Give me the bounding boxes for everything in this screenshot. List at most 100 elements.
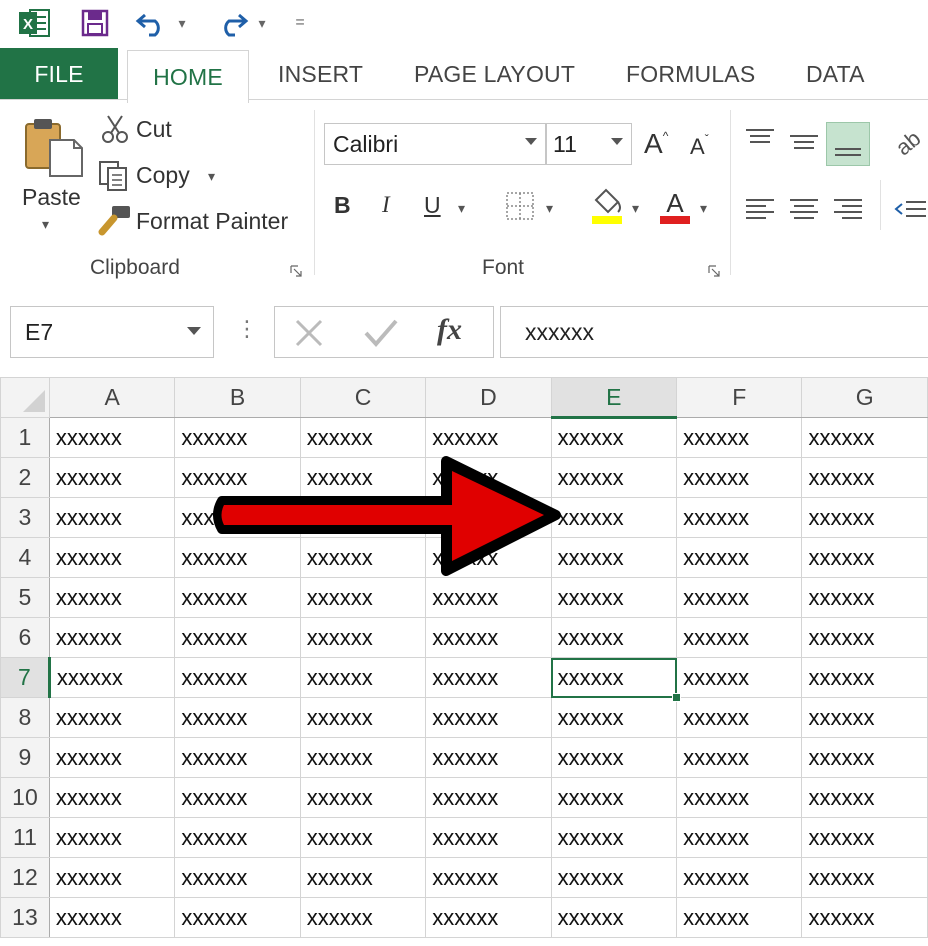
cell[interactable]: xxxxxx — [676, 497, 803, 538]
tab-data[interactable]: DATA — [806, 48, 865, 100]
italic-button[interactable]: I — [382, 192, 390, 218]
cell[interactable]: xxxxxx — [174, 817, 301, 858]
column-header-e[interactable]: E — [550, 377, 678, 419]
decrease-indent-icon[interactable] — [892, 194, 928, 224]
cell[interactable]: xxxxxx — [801, 817, 928, 858]
cell[interactable]: xxxxxx — [425, 537, 552, 578]
row-header-7[interactable]: 7 — [0, 657, 51, 698]
cell[interactable]: xxxxxx — [174, 777, 301, 818]
cell[interactable]: xxxxxx — [550, 457, 678, 498]
cell[interactable]: xxxxxx — [299, 417, 427, 458]
borders-dropdown-icon[interactable]: ▾ — [546, 200, 553, 217]
redo-icon[interactable] — [212, 6, 252, 40]
column-header-g[interactable]: G — [801, 377, 928, 418]
cell[interactable]: xxxxxx — [299, 657, 427, 698]
name-box[interactable]: E7 — [10, 306, 214, 358]
cell[interactable]: xxxxxx — [801, 537, 928, 578]
font-color-icon[interactable]: A — [658, 186, 696, 226]
underline-button[interactable]: U — [424, 192, 441, 219]
cell[interactable]: xxxxxx — [550, 537, 678, 578]
cell[interactable]: xxxxxx — [676, 897, 803, 938]
cell[interactable]: xxxxxx — [550, 417, 678, 458]
row-header-12[interactable]: 12 — [0, 857, 50, 898]
cell[interactable]: xxxxxx — [48, 897, 176, 938]
cell[interactable]: xxxxxx — [425, 577, 552, 618]
column-header-b[interactable]: B — [174, 377, 301, 418]
cell[interactable]: xxxxxx — [801, 497, 928, 538]
cell[interactable]: xxxxxx — [676, 417, 803, 458]
cell[interactable]: xxxxxx — [550, 577, 678, 618]
tab-home[interactable]: HOME — [127, 50, 249, 103]
cell[interactable]: xxxxxx — [48, 857, 176, 898]
cell[interactable]: xxxxxx — [174, 617, 301, 658]
undo-dropdown-icon[interactable]: ▾ — [172, 6, 192, 40]
active-cell[interactable]: xxxxxx — [550, 657, 678, 698]
row-header-11[interactable]: 11 — [0, 817, 50, 858]
column-header-f[interactable]: F — [676, 377, 803, 418]
cell[interactable]: xxxxxx — [174, 857, 301, 898]
cell[interactable]: xxxxxx — [676, 537, 803, 578]
customize-toolbar-icon[interactable]: = — [290, 6, 310, 40]
orientation-icon[interactable]: ab — [891, 125, 928, 162]
cell[interactable]: xxxxxx — [174, 897, 301, 938]
save-icon[interactable] — [76, 6, 114, 40]
font-family-select[interactable]: Calibri — [324, 123, 546, 165]
more-options-icon[interactable]: ⋮ — [236, 316, 258, 342]
cell[interactable]: xxxxxx — [801, 417, 928, 458]
column-header-d[interactable]: D — [425, 377, 552, 418]
align-right-icon[interactable] — [832, 194, 864, 224]
row-header-2[interactable]: 2 — [0, 457, 50, 498]
cell[interactable]: xxxxxx — [48, 817, 176, 858]
cell[interactable]: xxxxxx — [550, 617, 678, 658]
cell[interactable]: xxxxxx — [801, 777, 928, 818]
format-painter-button[interactable]: Format Painter — [136, 208, 288, 235]
cell[interactable]: xxxxxx — [425, 897, 552, 938]
row-header-9[interactable]: 9 — [0, 737, 50, 778]
fill-handle[interactable] — [671, 692, 681, 702]
align-left-icon[interactable] — [744, 194, 776, 224]
grow-font-button[interactable]: A ^ — [644, 128, 668, 160]
cell[interactable]: xxxxxx — [48, 777, 176, 818]
cell[interactable]: xxxxxx — [48, 657, 176, 698]
cell[interactable]: xxxxxx — [174, 417, 301, 458]
confirm-entry-icon[interactable] — [363, 317, 399, 349]
cell[interactable]: xxxxxx — [299, 817, 427, 858]
cell[interactable]: xxxxxx — [425, 497, 552, 538]
tab-file[interactable]: FILE — [0, 48, 118, 100]
paste-icon[interactable] — [22, 116, 84, 178]
select-all-corner[interactable] — [0, 377, 50, 418]
cell[interactable]: xxxxxx — [299, 497, 427, 538]
cell[interactable]: xxxxxx — [299, 617, 427, 658]
cell[interactable]: xxxxxx — [48, 417, 176, 458]
cell[interactable]: xxxxxx — [174, 577, 301, 618]
bottom-align-icon[interactable] — [826, 122, 870, 166]
row-header-3[interactable]: 3 — [0, 497, 50, 538]
row-header-4[interactable]: 4 — [0, 537, 50, 578]
cell[interactable]: xxxxxx — [299, 697, 427, 738]
undo-icon[interactable] — [132, 6, 172, 40]
formula-input[interactable]: xxxxxx — [500, 306, 928, 358]
cut-button[interactable]: Cut — [136, 116, 172, 143]
cell[interactable]: xxxxxx — [174, 737, 301, 778]
fill-color-dropdown-icon[interactable]: ▾ — [632, 200, 639, 217]
row-header-10[interactable]: 10 — [0, 777, 50, 818]
shrink-font-button[interactable]: Aˇ — [690, 132, 709, 160]
redo-dropdown-icon[interactable]: ▾ — [252, 6, 272, 40]
paste-dropdown-icon[interactable]: ▾ — [42, 216, 49, 233]
font-size-select[interactable]: 11 — [546, 123, 632, 165]
cell[interactable]: xxxxxx — [425, 657, 552, 698]
font-color-dropdown-icon[interactable]: ▾ — [700, 200, 707, 217]
row-header-5[interactable]: 5 — [0, 577, 50, 618]
align-center-icon[interactable] — [788, 194, 820, 224]
cell[interactable]: xxxxxx — [801, 657, 928, 698]
cell[interactable]: xxxxxx — [801, 457, 928, 498]
cell[interactable]: xxxxxx — [550, 497, 678, 538]
tab-formulas[interactable]: FORMULAS — [626, 48, 755, 100]
row-header-1[interactable]: 1 — [0, 417, 50, 458]
bold-button[interactable]: B — [334, 192, 351, 219]
cell[interactable]: xxxxxx — [801, 697, 928, 738]
cell[interactable]: xxxxxx — [48, 697, 176, 738]
cell[interactable]: xxxxxx — [676, 697, 803, 738]
cell[interactable]: xxxxxx — [676, 777, 803, 818]
cell[interactable]: xxxxxx — [174, 497, 301, 538]
